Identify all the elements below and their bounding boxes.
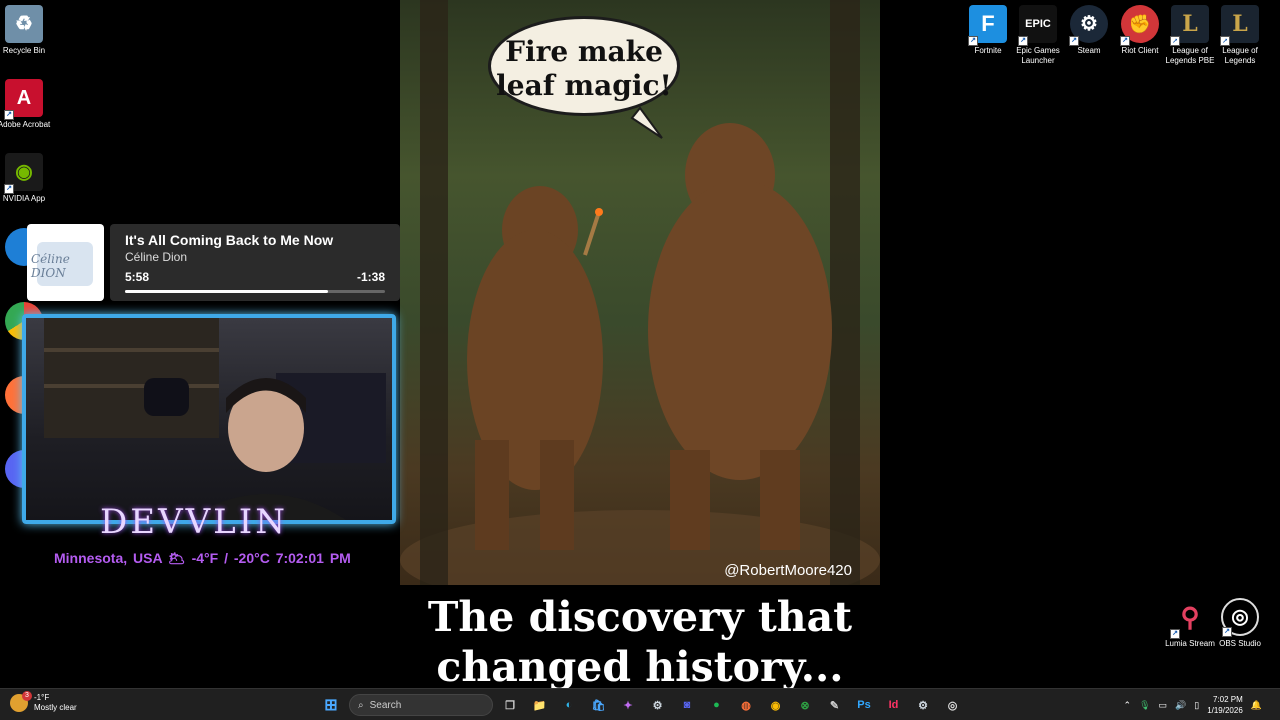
- photoshop-taskbar-icon[interactable]: Ps: [854, 695, 874, 715]
- desktop-icon-label: Adobe Acrobat: [0, 120, 51, 129]
- desktop-icon-label: NVIDIA App: [2, 194, 46, 203]
- edge-taskbar-icon[interactable]: ◐: [559, 695, 579, 715]
- editor-taskbar-icon[interactable]: ✎: [825, 695, 845, 715]
- chevron-up-icon[interactable]: ⌃: [1124, 700, 1132, 711]
- clock[interactable]: 7:02 PM 1/19/2026: [1207, 694, 1243, 716]
- remaining-time: -1:38: [356, 270, 385, 284]
- firefox-taskbar-icon[interactable]: ◍: [736, 695, 756, 715]
- desktop-icon-nvidia-app[interactable]: ◉ ↗ NVIDIA App: [0, 153, 58, 204]
- nvidia-icon: ◉ ↗: [4, 153, 43, 194]
- recycle-bin-icon: ♻: [5, 5, 43, 43]
- wallpaper-caption: The discovery that changed history...: [427, 593, 853, 691]
- chrome-taskbar-icon[interactable]: ◉: [766, 695, 786, 715]
- steam-taskbar-icon[interactable]: ⚙: [648, 695, 668, 715]
- desktop-icon-obs-studio[interactable]: ◎ ↗ OBS Studio: [1206, 598, 1274, 649]
- steam-2-taskbar-icon[interactable]: ⚙: [913, 695, 933, 715]
- spotify-taskbar-icon[interactable]: ●: [707, 695, 727, 715]
- clock-time: 7:02 PM: [1212, 695, 1243, 704]
- weather-temp: -1°F: [34, 693, 50, 702]
- task-view-taskbar-icon[interactable]: ❐: [500, 695, 520, 715]
- league-pbe-icon: L ↗: [1170, 5, 1209, 46]
- desktop-icon-label: OBS Studio: [1219, 639, 1261, 648]
- file-explorer-taskbar-icon[interactable]: 📁: [530, 695, 550, 715]
- volume-icon[interactable]: 🔊: [1175, 700, 1186, 711]
- network-icon[interactable]: ▭: [1159, 700, 1168, 711]
- streamer-name: DEVVLIN: [100, 502, 288, 542]
- discord-taskbar-icon[interactable]: ◙: [677, 695, 697, 715]
- microphone-icon[interactable]: 🎙: [1139, 700, 1150, 711]
- league-icon: L ↗: [1220, 5, 1259, 46]
- obs-taskbar-icon[interactable]: ◎: [943, 695, 963, 715]
- weather-desc: Mostly clear: [34, 703, 77, 712]
- start-button[interactable]: ⊞: [321, 695, 341, 715]
- weather-badge: 3: [22, 691, 32, 701]
- speech-bubble: Fire make leaf magic!: [488, 16, 680, 116]
- search-icon: ⌕: [358, 699, 364, 711]
- clock-date: 1/19/2026: [1207, 706, 1243, 715]
- steam-icon: ⚙ ↗: [1069, 5, 1108, 46]
- riot-client-icon: ✊ ↗: [1120, 5, 1159, 46]
- fortnite-icon: F ↗: [968, 5, 1007, 46]
- weather-icon: 3: [10, 691, 32, 712]
- album-cover: Céline DION: [27, 224, 104, 301]
- progress-bar[interactable]: [125, 290, 385, 293]
- adobe-acrobat-icon: A ↗: [4, 79, 43, 120]
- search-box[interactable]: ⌕ Search: [349, 694, 493, 716]
- taskbar: 3 -1°F Mostly clear ⊞ ⌕ Search ❐ 📁 ◐ 🛍 ✦ ⚙ ◙ ● ◍…: [0, 688, 1280, 720]
- progress-fill: [125, 290, 328, 293]
- search-placeholder: Search: [369, 699, 402, 711]
- system-tray: ⌃ 🎙 ▭ 🔊 ▯ 7:02 PM 1/19/2026 🔔: [1124, 694, 1262, 716]
- desktop-icon-label: Recycle Bin: [2, 46, 46, 55]
- desktop-icon-league[interactable]: L ↗ League of Legends: [1206, 5, 1274, 66]
- desktop-icon-label: League of Legends: [1222, 46, 1258, 65]
- webcam-feed: [44, 318, 386, 520]
- desktop-icon-adobe-acrobat[interactable]: A ↗ Adobe Acrobat: [0, 79, 58, 130]
- xbox-taskbar-icon[interactable]: ⊗: [795, 695, 815, 715]
- overlay-weather-time: Minnesota, USA 🌥 -4°F / -20°C 7:02:01 PM: [54, 550, 351, 566]
- wallpaper-artwork: Fire make leaf magic! @RobertMoore420: [400, 0, 880, 585]
- now-playing-widget[interactable]: It's All Coming Back to Me Now Céline Di…: [110, 224, 400, 301]
- epic-games-icon: EPIC ↗: [1018, 5, 1057, 46]
- weather-widget[interactable]: 3 -1°F Mostly clear: [10, 691, 77, 713]
- lumia-stream-icon: ⚲ ↗: [1170, 598, 1209, 639]
- notification-bell-icon[interactable]: 🔔: [1251, 700, 1262, 711]
- microsoft-store-taskbar-icon[interactable]: 🛍: [589, 695, 609, 715]
- copilot-taskbar-icon[interactable]: ✦: [618, 695, 638, 715]
- indesign-taskbar-icon[interactable]: Id: [884, 695, 904, 715]
- song-title: It's All Coming Back to Me Now: [125, 232, 334, 248]
- song-artist: Céline Dion: [125, 250, 188, 264]
- desktop: ♻ Recycle Bin A ↗ Adobe Acrobat ◉ ↗ NVIDIA…: [0, 0, 1280, 691]
- desktop-icon-recycle-bin[interactable]: ♻ Recycle Bin: [0, 5, 58, 56]
- elapsed-time: 5:58: [125, 270, 150, 284]
- obs-studio-icon: ◎ ↗: [1221, 598, 1259, 637]
- artist-credit: @RobertMoore420: [724, 562, 852, 579]
- webcam-frame: [22, 314, 396, 524]
- battery-icon[interactable]: ▯: [1194, 700, 1199, 711]
- album-cover-text: Céline DION: [31, 252, 70, 280]
